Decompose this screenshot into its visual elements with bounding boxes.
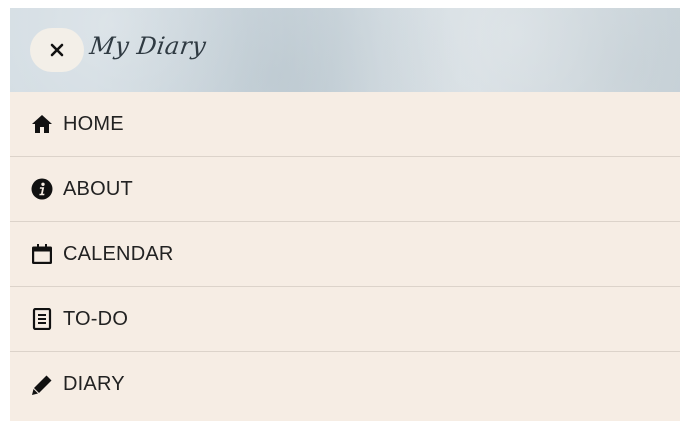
menu-header: My Diary — [10, 8, 680, 92]
close-icon — [50, 43, 64, 57]
nav-menu: HOME ABOUT CALENDAR TO-DO DIARY — [10, 92, 680, 417]
list-icon — [30, 307, 54, 331]
nav-item-about[interactable]: ABOUT — [10, 157, 680, 222]
nav-label-about: ABOUT — [63, 177, 133, 200]
close-button[interactable] — [30, 28, 84, 72]
nav-label-home: HOME — [63, 112, 124, 135]
nav-item-diary[interactable]: DIARY — [10, 352, 680, 417]
nav-item-todo[interactable]: TO-DO — [10, 287, 680, 352]
pencil-icon — [30, 373, 54, 397]
nav-label-todo: TO-DO — [63, 307, 129, 330]
side-menu: My Diary HOME ABOUT CALENDAR TO-DO DIARY — [10, 8, 680, 421]
info-icon — [30, 177, 54, 201]
home-icon — [30, 112, 54, 136]
nav-item-calendar[interactable]: CALENDAR — [10, 222, 680, 287]
nav-label-calendar: CALENDAR — [63, 242, 174, 265]
nav-label-diary: DIARY — [63, 373, 125, 395]
app-title: My Diary — [88, 32, 208, 60]
nav-item-home[interactable]: HOME — [10, 92, 680, 157]
calendar-icon — [30, 242, 54, 266]
